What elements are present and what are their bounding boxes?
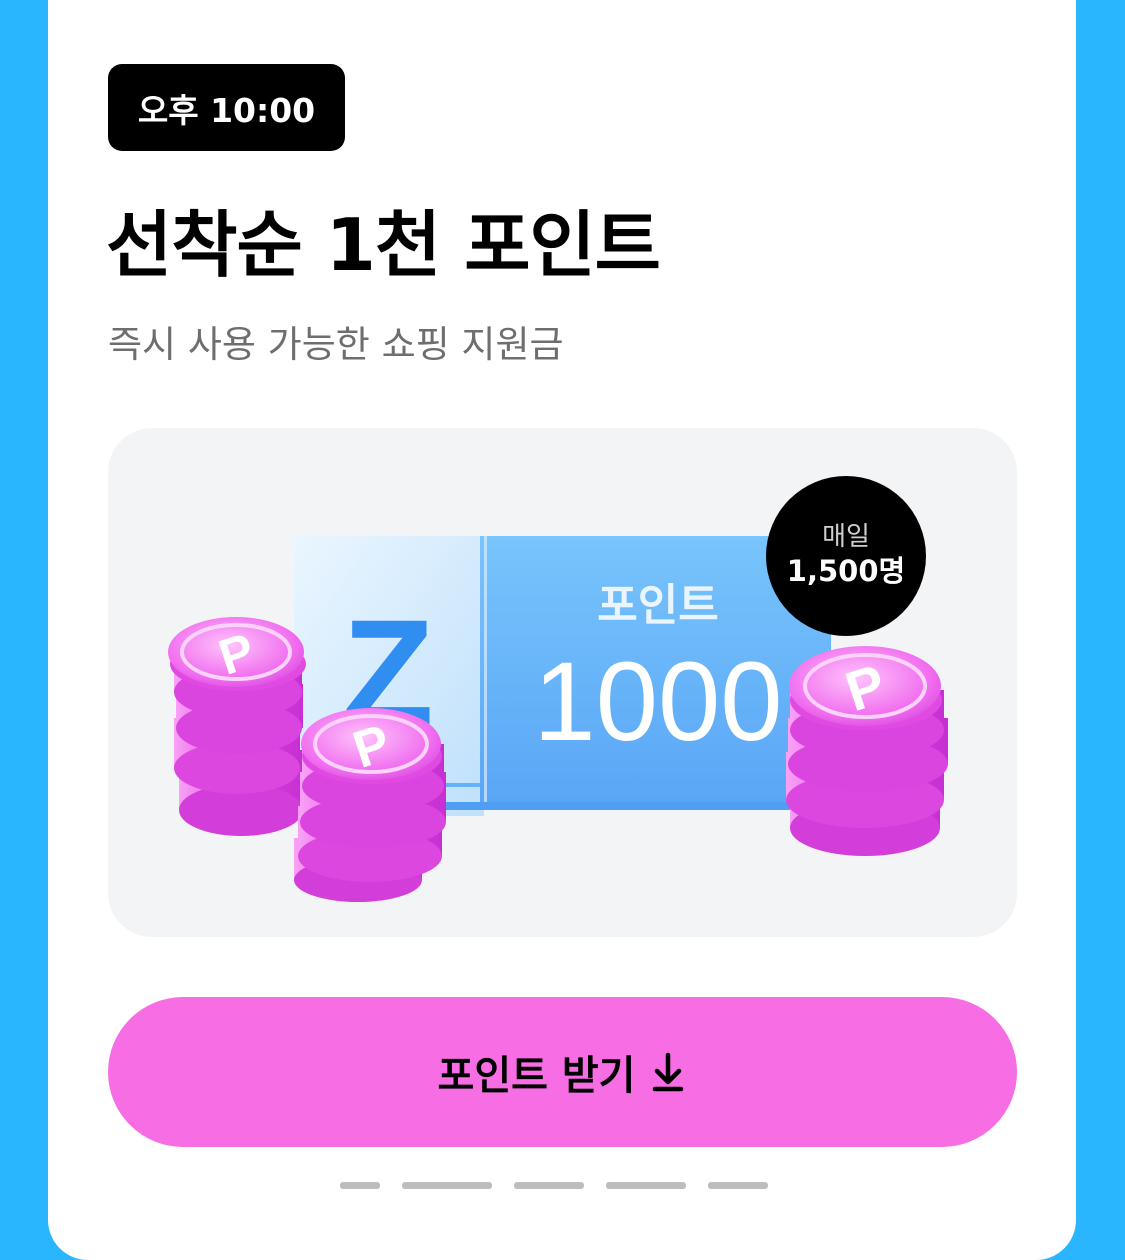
page-subtitle: 즉시 사용 가능한 쇼핑 지원금 [108,323,564,366]
arrow-down-icon [653,1052,684,1092]
get-points-button[interactable]: 포인트 받기 [108,997,1017,1147]
daily-quota-badge: 매일 1,500명 [766,476,926,636]
time-badge: 오후 10:00 [108,64,345,151]
time-badge-label: 오후 10:00 [137,90,316,130]
footnote-text-cropped [0,1172,1125,1189]
page-title: 선착순 1천 포인트 [106,203,661,287]
coin-stack-left: P [168,617,306,836]
coin-stack-middle: P [294,708,446,902]
daily-quota-count: 1,500명 [786,554,906,589]
daily-quota-label: 매일 [822,522,870,553]
ticket-label: 포인트 [597,580,718,631]
coin-stack-right: P [786,646,948,856]
get-points-button-label: 포인트 받기 [437,1053,636,1099]
ticket-amount: 1000 [533,639,782,764]
